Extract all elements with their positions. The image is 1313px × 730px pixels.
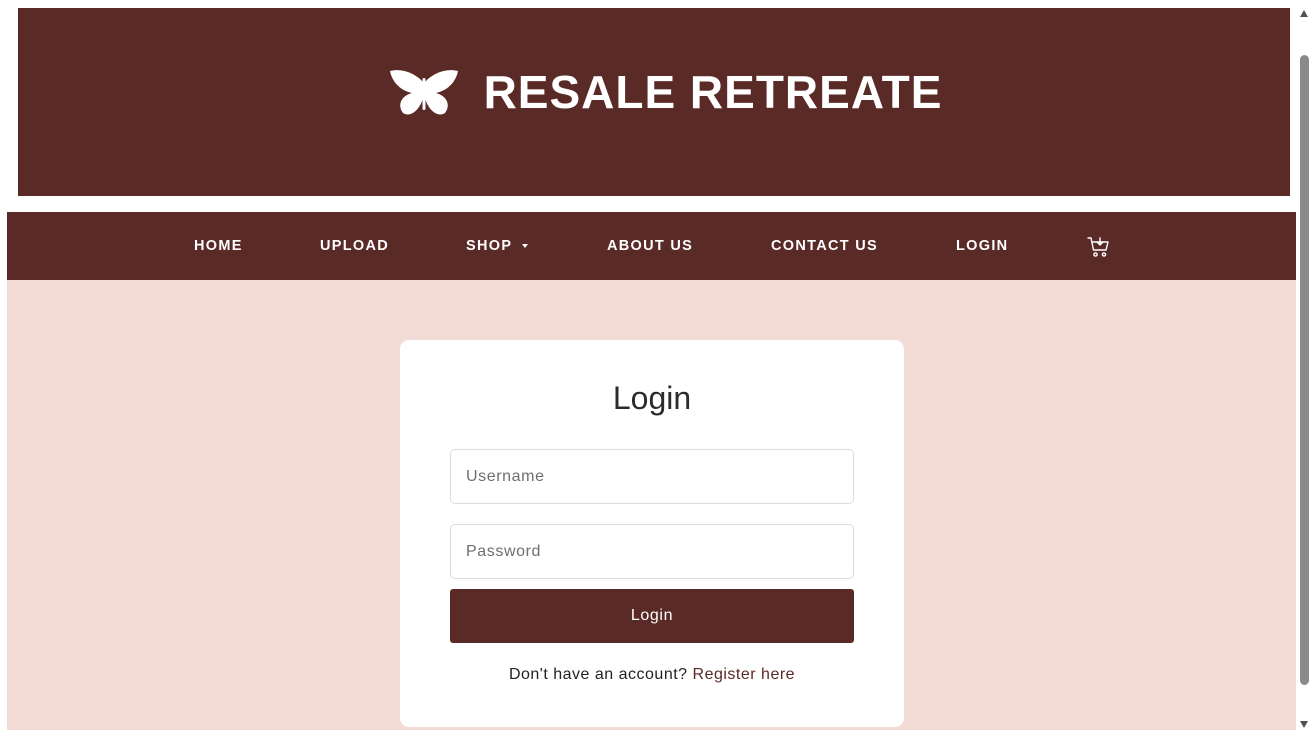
cart-button[interactable] [1087,235,1111,264]
password-input[interactable] [450,524,854,579]
logo-text: RESALE RETREATE [483,66,943,118]
scroll-up-icon[interactable] [1300,10,1308,17]
register-prompt: Don't have an account? [508,666,688,683]
vertical-scrollbar[interactable] [1296,0,1313,730]
login-card: Login Login Don't have an account? Regis… [400,340,904,727]
nav-contact-us[interactable]: CONTACT US [771,212,878,280]
nav-shop-label: SHOP [466,238,513,254]
nav-about-us[interactable]: ABOUT US [607,212,693,280]
scrollbar-thumb[interactable] [1300,55,1309,685]
main-navbar: HOME UPLOAD SHOP ABOUT US CONTACT US LOG… [7,212,1296,280]
nav-shop-dropdown[interactable]: SHOP [466,212,529,280]
nav-login[interactable]: LOGIN [956,212,1008,280]
register-link[interactable]: Register here [693,666,796,683]
butterfly-icon [389,70,458,115]
username-input[interactable] [450,449,854,504]
nav-upload[interactable]: UPLOAD [320,212,389,280]
login-button[interactable]: Login [450,589,854,643]
banner: RESALE RETREATE [18,8,1290,196]
nav-home[interactable]: HOME [194,212,243,280]
register-prompt-line: Don't have an account? Register here [400,666,904,684]
scroll-down-icon[interactable] [1300,721,1308,728]
cart-icon [1087,237,1109,257]
login-title: Login [612,380,692,416]
site-logo[interactable]: RESALE RETREATE [388,65,943,119]
header-banner: RESALE RETREATE [7,8,1296,212]
page: RESALE RETREATE HOME UPLOAD SHOP ABOUT U… [7,8,1296,730]
chevron-down-icon [522,244,529,248]
